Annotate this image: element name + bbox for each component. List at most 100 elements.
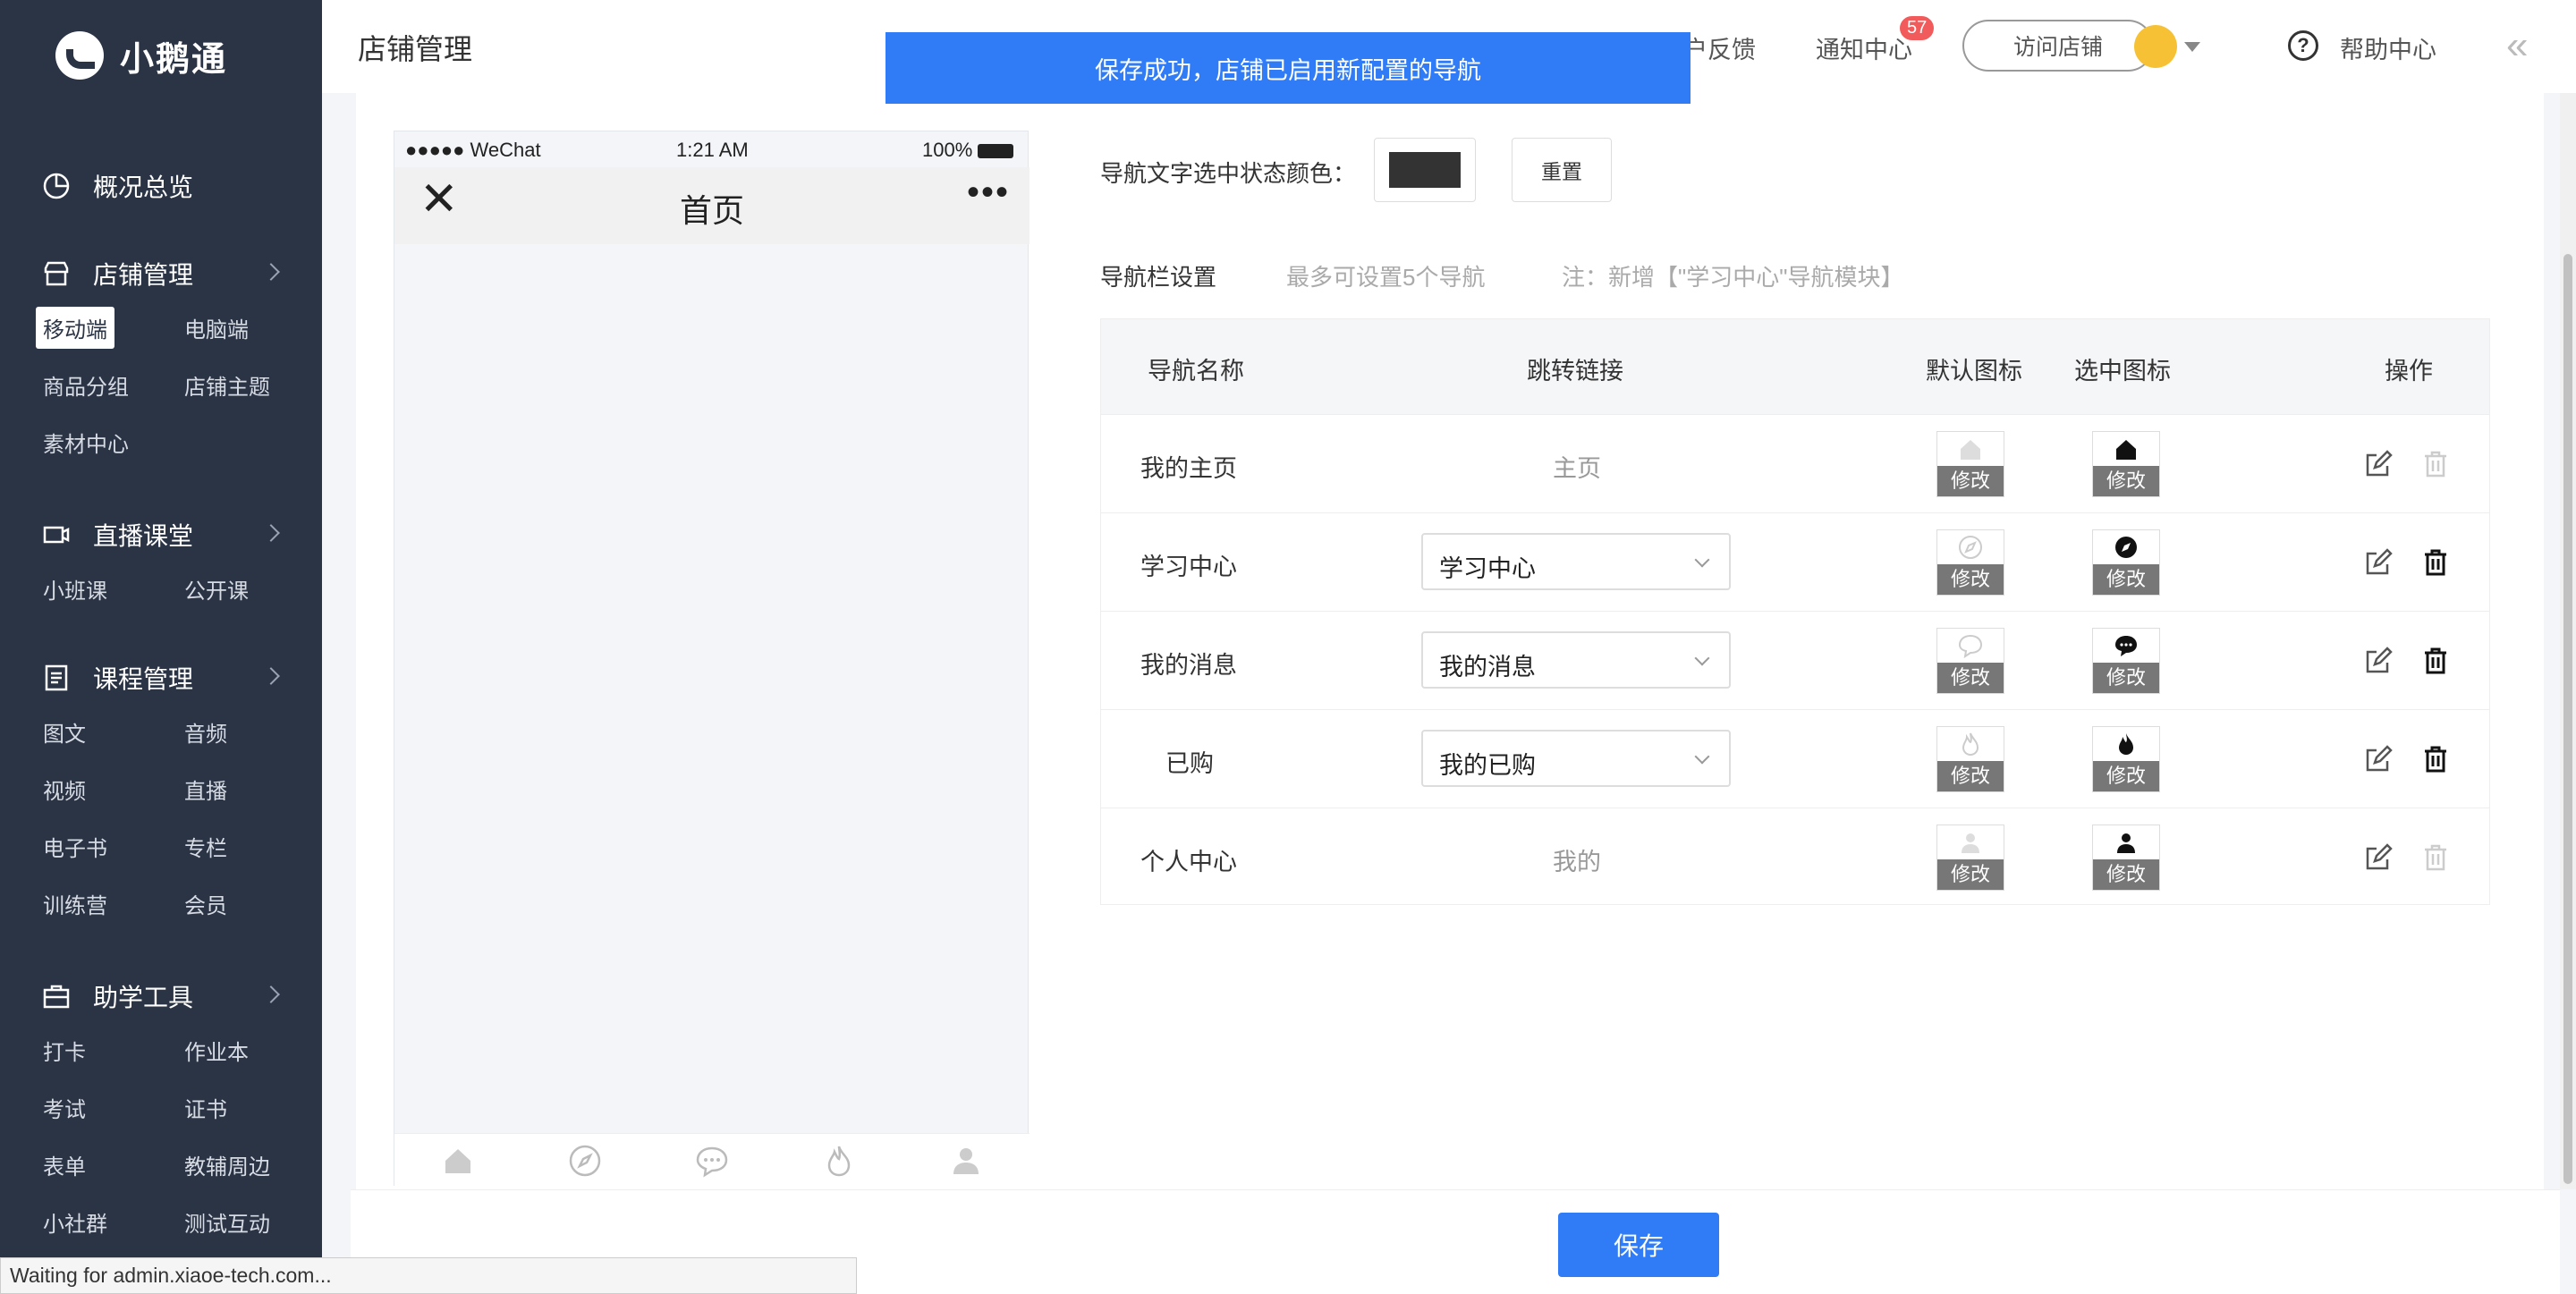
- phone-nav-bar: ✕ 首页 •••: [394, 167, 1030, 244]
- default-icon-tile[interactable]: 修改: [1936, 431, 2004, 497]
- battery-icon: [978, 144, 1014, 158]
- delete-icon: [2419, 447, 2452, 481]
- sidebar-item-material[interactable]: 素材中心: [43, 413, 184, 470]
- delete-icon[interactable]: [2419, 742, 2452, 776]
- header-link: 跳转链接: [1527, 358, 1623, 385]
- modify-label: 修改: [1937, 564, 2004, 595]
- selected-icon-tile[interactable]: 修改: [2092, 825, 2160, 891]
- user-icon[interactable]: [944, 1138, 988, 1183]
- collapse-icon[interactable]: «: [2506, 23, 2528, 68]
- edit-icon[interactable]: [2362, 742, 2394, 776]
- edit-icon[interactable]: [2362, 447, 2394, 481]
- sidebar-item-camp[interactable]: 训练营: [43, 875, 184, 932]
- sidebar-item-article[interactable]: 图文: [43, 703, 184, 760]
- chevron-right-icon: [262, 263, 280, 281]
- chat-icon[interactable]: [690, 1138, 734, 1183]
- link-select[interactable]: 学习中心: [1421, 533, 1731, 590]
- sidebar-item-community[interactable]: 小社群: [43, 1193, 184, 1250]
- compass-icon: [2093, 530, 2159, 564]
- caret-down-icon[interactable]: [2184, 42, 2200, 52]
- header-actions: 操作: [2385, 358, 2433, 385]
- selected-icon-tile[interactable]: 修改: [2092, 628, 2160, 694]
- phone-time: 1:21 AM: [676, 139, 749, 161]
- visit-store-button[interactable]: 访问店铺: [1962, 20, 2154, 72]
- table-row: 学习中心 学习中心 修改 修改: [1101, 512, 2489, 611]
- selected-icon-tile[interactable]: 修改: [2092, 529, 2160, 596]
- nav-course[interactable]: 课程管理: [0, 653, 322, 703]
- chevron-down-icon: [1694, 650, 1710, 666]
- delete-icon[interactable]: [2419, 644, 2452, 678]
- nav-overview-label: 概况总览: [93, 173, 194, 201]
- modify-label: 修改: [2093, 859, 2159, 890]
- default-icon-tile[interactable]: 修改: [1936, 825, 2004, 891]
- feedback-link[interactable]: 户反馈: [1683, 30, 1756, 65]
- sidebar-item-certificate[interactable]: 证书: [184, 1078, 326, 1136]
- link-select[interactable]: 我的已购: [1421, 730, 1731, 787]
- sidebar: 小鹅通 概况总览 店铺管理 移动端 电脑端 商品分组 店铺主题 素材中心 直播课…: [0, 0, 322, 1294]
- sidebar-item-live[interactable]: 直播: [184, 760, 326, 817]
- edit-icon[interactable]: [2362, 644, 2394, 678]
- nav-overview[interactable]: 概况总览: [0, 161, 322, 211]
- link-select[interactable]: 我的消息: [1421, 631, 1731, 689]
- header-selected-icon: 选中图标: [2074, 358, 2171, 385]
- notice-center-link[interactable]: 通知中心: [1816, 30, 1912, 65]
- sidebar-item-form[interactable]: 表单: [43, 1136, 184, 1193]
- selected-icon-tile[interactable]: 修改: [2092, 726, 2160, 792]
- user-icon: [1937, 825, 2004, 859]
- sidebar-item-mobile[interactable]: 移动端: [36, 299, 184, 356]
- toolbox-icon: [41, 981, 72, 1011]
- scrollbar-thumb[interactable]: [2563, 254, 2572, 1184]
- sidebar-item-member[interactable]: 会员: [184, 875, 326, 932]
- store-icon: [41, 258, 72, 289]
- reset-button[interactable]: 重置: [1512, 138, 1612, 202]
- help-icon[interactable]: ?: [2288, 30, 2318, 61]
- sidebar-item-quiz[interactable]: 测试互动: [184, 1193, 326, 1250]
- delete-icon[interactable]: [2419, 546, 2452, 579]
- save-button[interactable]: 保存: [1558, 1213, 1719, 1277]
- max-nav-hint: 最多可设置5个导航: [1286, 264, 1486, 291]
- sidebar-item-column[interactable]: 专栏: [184, 817, 326, 875]
- brand-logo[interactable]: 小鹅通: [55, 30, 227, 80]
- edit-icon[interactable]: [2362, 546, 2394, 579]
- sidebar-item-video[interactable]: 视频: [43, 760, 184, 817]
- color-picker[interactable]: [1374, 138, 1476, 202]
- sidebar-item-small-class[interactable]: 小班课: [43, 560, 184, 617]
- sidebar-item-homework[interactable]: 作业本: [184, 1021, 326, 1078]
- table-row: 我的主页 主页 修改 修改: [1101, 414, 2489, 512]
- user-icon: [2093, 825, 2159, 859]
- fire-icon: [1937, 727, 2004, 761]
- sidebar-item-exam[interactable]: 考试: [43, 1078, 184, 1136]
- brand-logo-icon: [55, 31, 104, 80]
- sidebar-item-pc[interactable]: 电脑端: [184, 299, 326, 356]
- table-row: 个人中心 我的 修改 修改: [1101, 808, 2489, 906]
- default-icon-tile[interactable]: 修改: [1936, 529, 2004, 596]
- sidebar-item-ebook[interactable]: 电子书: [43, 817, 184, 875]
- sidebar-item-audio[interactable]: 音频: [184, 703, 326, 760]
- sidebar-item-checkin[interactable]: 打卡: [43, 1021, 184, 1078]
- default-icon-tile[interactable]: 修改: [1936, 726, 2004, 792]
- row-link-text: 主页: [1553, 455, 1601, 482]
- sidebar-item-store-theme[interactable]: 店铺主题: [184, 356, 326, 413]
- compass-icon[interactable]: [563, 1138, 607, 1183]
- modify-label: 修改: [1937, 663, 2004, 693]
- chevron-down-icon: [1694, 552, 1710, 568]
- edit-icon[interactable]: [2362, 841, 2394, 875]
- nav-store[interactable]: 店铺管理: [0, 249, 322, 299]
- home-icon[interactable]: [436, 1138, 480, 1183]
- color-swatch: [1389, 152, 1461, 188]
- document-icon: [41, 663, 72, 693]
- help-center-link[interactable]: 帮助中心: [2340, 30, 2436, 65]
- sidebar-item-materials[interactable]: 教辅周边: [184, 1136, 326, 1193]
- nav-live[interactable]: 直播课堂: [0, 510, 322, 560]
- modify-label: 修改: [1937, 761, 2004, 791]
- nav-course-label: 课程管理: [93, 665, 194, 693]
- selected-icon-tile[interactable]: 修改: [2092, 431, 2160, 497]
- selected-color-label: 导航文字选中状态颜色：: [1100, 160, 1357, 187]
- default-icon-tile[interactable]: 修改: [1936, 628, 2004, 694]
- sidebar-item-product-group[interactable]: 商品分组: [43, 356, 184, 413]
- avatar[interactable]: [2134, 25, 2177, 68]
- sidebar-item-open-class[interactable]: 公开课: [184, 560, 326, 617]
- fire-icon[interactable]: [817, 1138, 861, 1183]
- modify-label: 修改: [1937, 859, 2004, 890]
- nav-tools[interactable]: 助学工具: [0, 971, 322, 1021]
